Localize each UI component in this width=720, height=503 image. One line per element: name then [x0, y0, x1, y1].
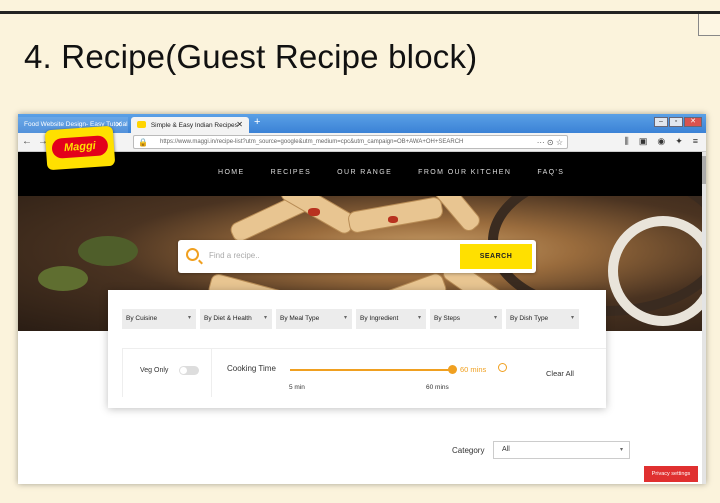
- veg-only-toggle-group: Veg Only: [122, 349, 212, 397]
- filter-label: By Meal Type: [280, 315, 320, 322]
- chevron-down-icon: ▾: [263, 315, 267, 321]
- category-value: All: [502, 446, 510, 453]
- nav-recipes[interactable]: RECIPES: [271, 169, 312, 176]
- url-text: https://www.maggi.in/recipe-list?utm_sou…: [160, 139, 464, 145]
- herb-shape: [78, 236, 138, 266]
- filter-ingredient[interactable]: By Ingredient ▾: [356, 309, 426, 329]
- clear-all-button[interactable]: Clear All: [546, 369, 574, 378]
- pasta-shape: [346, 196, 445, 235]
- maggi-logo[interactable]: Maggi: [44, 125, 116, 171]
- close-icon[interactable]: ✕: [115, 120, 122, 129]
- tab-label: Food Website Design- Easy Tutorial: [24, 121, 128, 128]
- cooking-time-slider-track[interactable]: [290, 369, 456, 371]
- recipe-search-bar: Find a recipe.. SEARCH: [178, 240, 536, 273]
- filter-dish-type[interactable]: By Dish Type ▾: [506, 309, 579, 329]
- tab-maggi-recipes[interactable]: Simple & Easy Indian Recipes ✕: [131, 117, 249, 133]
- tab-label: Simple & Easy Indian Recipes: [150, 122, 238, 129]
- nav-from-our-kitchen[interactable]: FROM OUR KITCHEN: [418, 169, 511, 176]
- search-button[interactable]: SEARCH: [460, 244, 532, 269]
- scrollbar-thumb[interactable]: [702, 156, 706, 184]
- slider-min-label: 5 min: [289, 384, 305, 391]
- filter-label: By Dish Type: [510, 315, 549, 322]
- window-controls: – ▫ ✕: [654, 117, 702, 127]
- filter-steps[interactable]: By Steps ▾: [430, 309, 502, 329]
- chevron-down-icon: ▾: [417, 315, 421, 321]
- herb-shape: [38, 266, 88, 291]
- nav-home[interactable]: HOME: [218, 169, 245, 176]
- filter-label: By Steps: [434, 315, 461, 322]
- cooking-time-slider-handle[interactable]: [448, 365, 457, 374]
- chevron-down-icon: ▾: [187, 315, 191, 321]
- chevron-down-icon: ▾: [343, 315, 347, 321]
- clock-icon: [498, 363, 507, 372]
- new-tab-button[interactable]: +: [254, 116, 260, 128]
- nav-faqs[interactable]: FAQ'S: [537, 169, 564, 176]
- page-actions[interactable]: ··· ⊙ ☆: [537, 138, 563, 147]
- logo-text: Maggi: [51, 135, 109, 159]
- nav-our-range[interactable]: OUR RANGE: [337, 169, 392, 176]
- veg-only-label: Veg Only: [140, 367, 169, 374]
- filter-panel: By Cuisine ▾ By Diet & Health ▾ By Meal …: [108, 290, 606, 408]
- search-icon: [186, 248, 199, 261]
- back-arrow-icon[interactable]: ←: [22, 136, 32, 147]
- browser-screenshot: Food Website Design- Easy Tutorial ✕ Sim…: [18, 114, 706, 484]
- restore-icon[interactable]: ▫: [669, 117, 683, 127]
- page-scrollbar[interactable]: [702, 152, 706, 484]
- chevron-down-icon: ▾: [619, 447, 623, 453]
- maggi-favicon-icon: [137, 121, 146, 128]
- veg-only-toggle[interactable]: [179, 366, 199, 375]
- url-bar[interactable]: 🔒 https://www.maggi.in/recipe-list?utm_s…: [133, 135, 568, 149]
- window-close-icon[interactable]: ✕: [684, 117, 702, 127]
- lock-icon: 🔒: [138, 138, 148, 147]
- extension-icon[interactable]: ✦: [675, 136, 683, 147]
- minimize-icon[interactable]: –: [654, 117, 668, 127]
- category-label: Category: [452, 446, 485, 455]
- slide-corner-box: [698, 14, 720, 36]
- account-icon[interactable]: ◉: [657, 136, 665, 147]
- filter-label: By Cuisine: [126, 315, 158, 322]
- close-icon[interactable]: ✕: [236, 120, 243, 129]
- filter-meal-type[interactable]: By Meal Type ▾: [276, 309, 352, 329]
- cooking-time-label: Cooking Time: [227, 364, 276, 373]
- category-select[interactable]: All ▾: [493, 441, 630, 459]
- sidebar-icon[interactable]: ▣: [639, 136, 648, 147]
- chevron-down-icon: ▾: [570, 315, 574, 321]
- site-header: HOME RECIPES OUR RANGE FROM OUR KITCHEN …: [18, 152, 702, 196]
- filter-options-row: Veg Only Cooking Time 60 mins 5 min 60 m…: [122, 348, 606, 397]
- filter-cuisine[interactable]: By Cuisine ▾: [122, 309, 196, 329]
- main-menu: HOME RECIPES OUR RANGE FROM OUR KITCHEN …: [218, 169, 564, 176]
- chevron-down-icon: ▾: [493, 315, 497, 321]
- slide-top-bar: [0, 0, 720, 14]
- filter-label: By Ingredient: [360, 315, 399, 322]
- search-input[interactable]: Find a recipe..: [209, 251, 260, 260]
- browser-toolbar: ⫼ ▣ ◉ ✦ ≡: [625, 136, 698, 147]
- tomato-shape: [308, 208, 320, 216]
- slider-max-label: 60 mins: [426, 384, 449, 391]
- browser-tab-strip: Food Website Design- Easy Tutorial ✕ Sim…: [18, 114, 706, 133]
- tomato-shape: [388, 216, 398, 223]
- menu-icon[interactable]: ≡: [693, 136, 698, 147]
- cooking-time-value: 60 mins: [460, 365, 487, 374]
- slide-title: 4. Recipe(Guest Recipe block): [24, 38, 478, 75]
- library-icon[interactable]: ⫼: [625, 136, 629, 147]
- filter-label: By Diet & Health: [204, 315, 252, 322]
- filter-diet-health[interactable]: By Diet & Health ▾: [200, 309, 272, 329]
- browser-nav-bar: ← → ↻ ⌂ 🔒 https://www.maggi.in/recipe-li…: [18, 133, 706, 152]
- privacy-settings-button[interactable]: Privacy settings: [644, 466, 698, 482]
